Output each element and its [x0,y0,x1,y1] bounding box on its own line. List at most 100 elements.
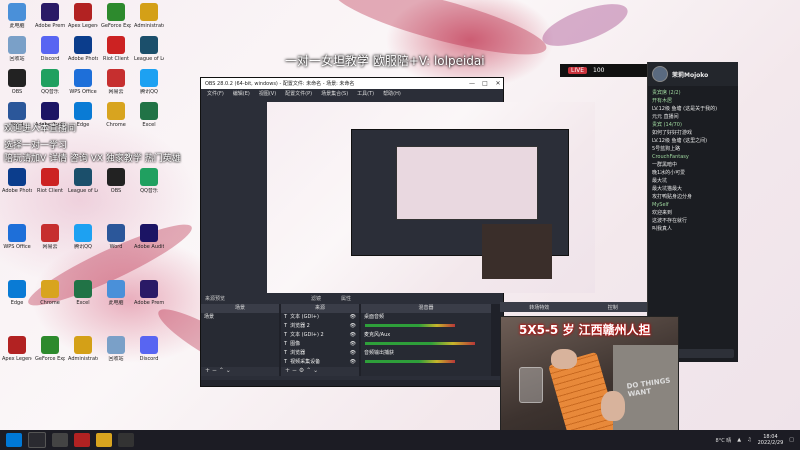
cup-shape [519,367,543,403]
visibility-icon[interactable]: 👁 [350,322,356,331]
chat-username[interactable]: 贵宾席 (2/2) [652,89,734,97]
desktop-icon[interactable]: 网易云 [35,224,65,250]
properties-button[interactable]: 属性 [341,295,351,302]
avatar[interactable] [652,66,668,82]
riot-client-icon[interactable] [74,433,90,447]
desktop-icon[interactable]: 此电脑 [101,280,131,306]
desktop-icon[interactable]: GeForce Experience [101,3,131,29]
desktop-icon[interactable]: WPS Office [2,224,32,250]
volume-icon[interactable]: ♫ [747,437,751,443]
volume-meter[interactable] [365,360,455,363]
obs-menu-item[interactable]: 文件(F) [207,90,224,97]
notification-icon[interactable]: □ [789,437,794,443]
desktop-icon[interactable]: WPS Office [68,69,98,95]
desktop-icon[interactable]: Administrator [134,3,164,29]
network-icon[interactable]: ▲ [737,437,741,443]
desktop-icon-label: WPS Office [3,244,31,250]
minimize-icon[interactable]: — [467,80,477,87]
desktop-icon[interactable]: Adobe Audition [134,224,164,250]
desktop-icon-label: Adobe Photoshop [68,56,98,62]
live-badge: LIVE [568,67,588,74]
obs-menu-item[interactable]: 工具(T) [357,90,374,97]
desktop-icon[interactable]: Apex Legends [2,336,32,362]
visibility-icon[interactable]: 👁 [350,358,356,367]
visibility-icon[interactable]: 👁 [350,349,356,358]
obs-menu-item[interactable]: 编辑(E) [233,90,250,97]
maximize-icon[interactable]: □ [480,80,490,87]
app-icon [41,3,59,21]
desktop-icon[interactable]: Adobe Photoshop [2,168,32,194]
source-item[interactable]: T 浏览器 2 👁 [281,322,359,331]
filter-button[interactable]: 滤镜 [311,295,321,302]
close-icon[interactable]: ✕ [493,80,503,87]
desktop-icon[interactable]: QQ音乐 [134,168,164,194]
desktop-icon[interactable]: Discord [35,36,65,62]
obs-taskbar-icon[interactable] [118,433,134,447]
source-item[interactable]: T 视频采集设备 👁 [281,358,359,367]
desktop-icon[interactable]: Chrome [101,102,131,128]
obs-menu-item[interactable]: 场景集合(S) [321,90,348,97]
volume-meter[interactable] [365,324,455,327]
desktop-icon[interactable]: 回收站 [101,336,131,362]
desktop-icon[interactable]: 腾讯QQ [68,224,98,250]
visibility-icon[interactable]: 👁 [350,331,356,340]
clock[interactable]: 18:04 2022/2/29 [758,434,784,446]
volume-meter[interactable] [365,342,475,345]
scene-item[interactable]: 场景 [201,313,279,322]
desktop-icon[interactable]: Riot Client [35,168,65,194]
visibility-icon[interactable]: 👁 [350,340,356,349]
desktop-icon[interactable]: Administrator [68,336,98,362]
desktop-icon[interactable]: Excel [68,280,98,306]
source-item[interactable]: T 浏览器 👁 [281,349,359,358]
desktop-icon[interactable]: Discord [134,336,164,362]
desktop-icon[interactable]: 回收站 [2,36,32,62]
source-item-label: 文本 (GDI+) 2 [290,332,324,338]
desktop-icon[interactable]: OBS [2,69,32,95]
desktop-icon-label: 腾讯QQ [140,89,158,95]
visibility-icon[interactable]: 👁 [350,313,356,322]
desktop-icon[interactable]: Adobe Premiere [35,3,65,29]
obs-menu-item[interactable]: 帮助(H) [383,90,401,97]
controls-dock-title: 控制 [607,304,618,311]
chat-username[interactable]: CrouchFantasy [652,153,734,161]
chat-username[interactable]: 开有木居 [652,97,734,105]
desktop-icon[interactable]: League of Legends [68,168,98,194]
desktop-icon[interactable]: Word [101,224,131,250]
desktop-icon[interactable]: GeForce Experience [35,336,65,362]
task-view-icon[interactable] [52,433,68,447]
chat-username[interactable]: MySelf [652,201,734,209]
source-item[interactable]: T 文本 (GDI+) 2 👁 [281,331,359,340]
chat-message-text: 这波不存在就行 [652,218,688,224]
desktop-icon-label: GeForce Experience [35,356,65,362]
desktop-icon[interactable]: 腾讯QQ [134,69,164,95]
desktop-icon[interactable]: Apex Legends [68,3,98,29]
start-button-icon[interactable] [6,433,22,447]
chat-message-list[interactable]: 贵宾席 (2/2) 开有木居 LV.12级 鱼塘 (这是关于我的) 元元 直播间 贵宾 … [648,86,738,236]
desktop-icon-label: Adobe Photoshop [2,188,32,194]
obs-preview-canvas[interactable] [267,102,595,293]
desktop-icon-label: Adobe Premiere [134,300,164,306]
desktop-icon[interactable]: Excel [134,102,164,128]
app-icon [107,280,125,298]
desktop-icon[interactable]: Adobe Photoshop [68,36,98,62]
desktop-icon[interactable]: League of Legends [134,36,164,62]
desktop-icon[interactable]: QQ音乐 [35,69,65,95]
chrome-icon[interactable] [96,433,112,447]
desktop-icon-label: OBS [110,188,122,194]
app-icon [41,168,59,186]
desktop-icon[interactable]: Chrome [35,280,65,306]
obs-menu-item[interactable]: 配置文件(P) [285,90,312,97]
desktop-icon[interactable]: Adobe Premiere [134,280,164,306]
obs-menu-item[interactable]: 视图(V) [259,90,276,97]
desktop-icon[interactable]: Riot Client [101,36,131,62]
source-item[interactable]: T 文本 (GDI+) 👁 [281,313,359,322]
desktop-icon-label: Adobe Premiere [35,23,65,29]
desktop-icon[interactable]: Edge [2,280,32,306]
chat-username[interactable]: 贵宾 (14/70) [652,121,734,129]
desktop-icon[interactable]: OBS [101,168,131,194]
search-icon[interactable] [28,432,46,448]
obs-title-bar[interactable]: OBS 28.0.2 (64-bit, windows) - 配置文件: 未命名… [201,78,503,89]
source-item[interactable]: T 图像 👁 [281,340,359,349]
desktop-icon[interactable]: 网易云 [101,69,131,95]
desktop-icon[interactable]: 此电脑 [2,3,32,29]
